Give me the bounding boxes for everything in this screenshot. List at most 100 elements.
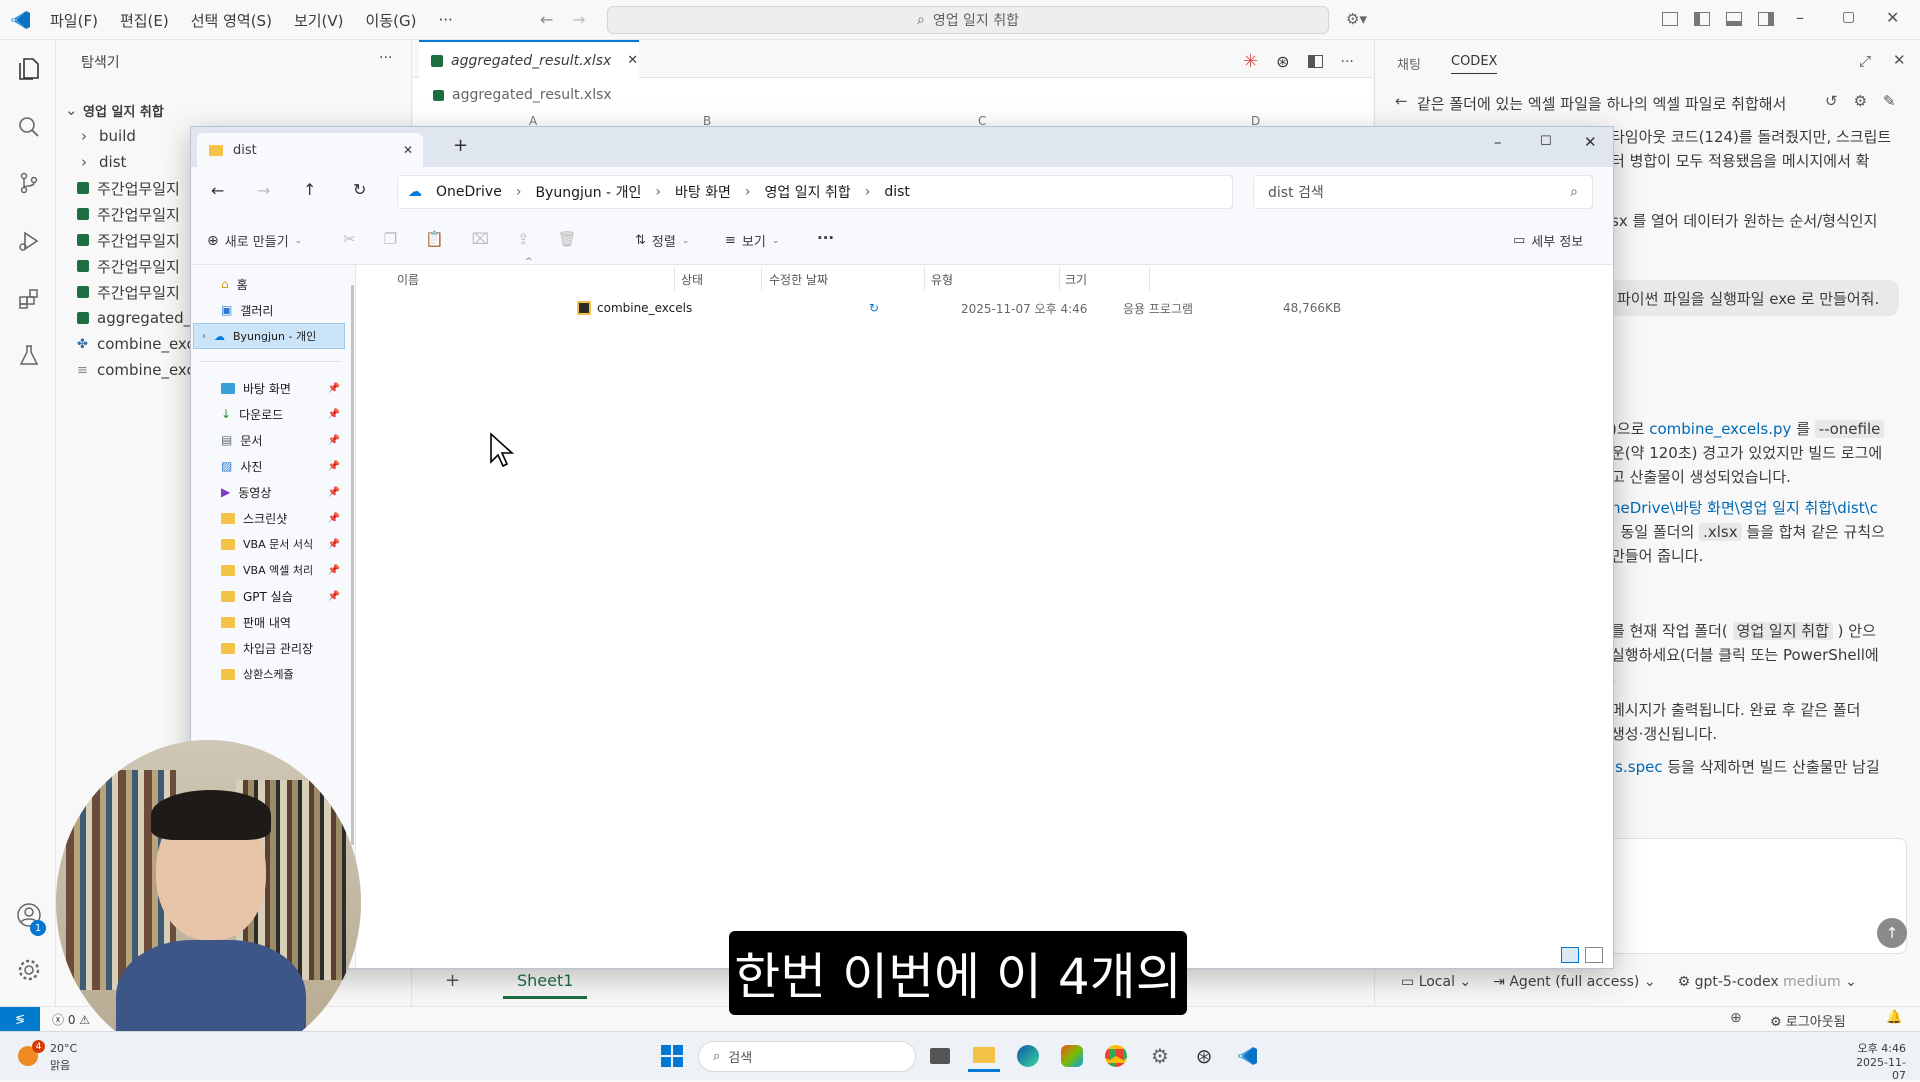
- nav-quick-item[interactable]: ▨ 사진 📌: [221, 453, 346, 479]
- local-mode-select[interactable]: ▭ Local ⌄: [1401, 974, 1471, 990]
- clock[interactable]: 오후 4:46 2025-11-07: [1846, 1040, 1906, 1082]
- fe-close-button[interactable]: ✕: [1584, 133, 1597, 151]
- command-center-search[interactable]: ⌕ 영업 일지 취합: [607, 6, 1329, 34]
- fe-maximize-button[interactable]: ☐: [1540, 134, 1552, 149]
- settings-gear-icon[interactable]: ⚙: [1144, 1040, 1176, 1072]
- up-arrow-icon[interactable]: ↑: [303, 180, 316, 199]
- column-header-type[interactable]: 유형: [931, 265, 953, 293]
- file-row[interactable]: combine_excels ↻ 2025-11-07 오후 4:46 응용 프…: [385, 295, 1341, 321]
- file-explorer-taskbar-icon[interactable]: [968, 1040, 1000, 1072]
- add-sheet-button[interactable]: +: [445, 970, 460, 991]
- editor-more-icon[interactable]: ···: [1341, 54, 1354, 70]
- nav-quick-item[interactable]: ▶ 동영상 📌: [221, 479, 346, 505]
- openai-icon[interactable]: ⊛: [1276, 52, 1289, 71]
- nav-gallery[interactable]: ▣ 갤러리: [221, 297, 346, 323]
- nav-quick-item[interactable]: ▤ 문서 📌: [221, 427, 346, 453]
- forward-arrow-icon[interactable]: →: [257, 181, 270, 200]
- details-view-icon[interactable]: [1561, 947, 1579, 963]
- new-tab-button[interactable]: +: [453, 135, 468, 156]
- copilot-icon[interactable]: ⚙▾: [1346, 10, 1367, 28]
- back-arrow-icon[interactable]: ←: [1395, 92, 1408, 110]
- edge-browser-icon[interactable]: [1012, 1040, 1044, 1072]
- close-tab-icon[interactable]: ✕: [403, 143, 413, 157]
- path-link[interactable]: neDrive\바탕 화면\영업 일지 취합\dist\c: [1611, 497, 1878, 518]
- menu-view[interactable]: 보기(V): [294, 10, 344, 31]
- paste-icon[interactable]: 📋: [425, 230, 444, 248]
- history-icon[interactable]: ↺: [1825, 92, 1838, 110]
- chrome-browser-icon[interactable]: [1100, 1040, 1132, 1072]
- fe-minimize-button[interactable]: –: [1494, 133, 1502, 151]
- model-select[interactable]: ⚙ gpt-5-codex medium ⌄: [1678, 974, 1857, 990]
- forward-arrow-icon[interactable]: →: [572, 10, 585, 29]
- breadcrumb-segment[interactable]: 바탕 화면: [675, 182, 731, 202]
- nav-quick-item[interactable]: 상환스케쥴: [221, 661, 346, 687]
- back-arrow-icon[interactable]: ←: [540, 10, 553, 29]
- breadcrumb-segment[interactable]: Byungjun - 개인: [535, 182, 641, 202]
- notifications-bell-icon[interactable]: 🔔: [1886, 1010, 1902, 1025]
- fe-search-box[interactable]: dist 검색 ⌕: [1253, 175, 1593, 209]
- nav-quick-item[interactable]: 차입금 관리장: [221, 635, 346, 661]
- breadcrumb-segment[interactable]: dist: [884, 184, 910, 200]
- copy-icon[interactable]: ❐: [384, 230, 397, 248]
- vscode-taskbar-icon[interactable]: [1232, 1040, 1264, 1072]
- fe-breadcrumb[interactable]: ☁ OneDrive › Byungjun - 개인 › 바탕 화면 › 영업 일지 …: [397, 175, 1233, 209]
- nav-quick-item[interactable]: ↓ 다운로드 📌: [221, 401, 346, 427]
- nav-quick-item[interactable]: 판매 내역: [221, 609, 346, 635]
- settings-gear-icon[interactable]: ⚙: [1854, 92, 1867, 110]
- tree-root-folder[interactable]: ⌄ 영업 일지 취합: [57, 97, 412, 123]
- breadcrumb-segment[interactable]: OneDrive: [436, 184, 502, 200]
- back-arrow-icon[interactable]: ←: [211, 181, 224, 200]
- more-options-button[interactable]: ···: [817, 229, 834, 247]
- file-link[interactable]: combine_excels.py: [1649, 420, 1791, 438]
- details-pane-button[interactable]: ▭ 세부 정보: [1513, 231, 1583, 250]
- sheet-tab[interactable]: Sheet1: [503, 971, 588, 999]
- menu-more[interactable]: ···: [438, 11, 452, 29]
- run-debug-icon[interactable]: [14, 226, 44, 256]
- close-panel-icon[interactable]: ✕: [1893, 51, 1906, 69]
- nav-home[interactable]: ⌂ 홈: [221, 271, 346, 297]
- chatgpt-app-icon[interactable]: ⊛: [1188, 1040, 1220, 1072]
- source-control-icon[interactable]: [14, 168, 44, 198]
- copilot-taskbar-icon[interactable]: [1056, 1040, 1088, 1072]
- manage-gear-icon[interactable]: [14, 955, 44, 985]
- prompt-input[interactable]: [1611, 838, 1907, 954]
- menu-edit[interactable]: 편집(E): [120, 10, 169, 31]
- extensions-icon[interactable]: [14, 284, 44, 314]
- send-button[interactable]: ↑: [1877, 918, 1907, 948]
- rename-icon[interactable]: ⌧: [472, 230, 489, 248]
- share-icon[interactable]: ⇪: [517, 230, 530, 248]
- menu-go[interactable]: 이동(G): [366, 10, 417, 31]
- split-editor-icon[interactable]: [1307, 55, 1323, 68]
- explorer-files-icon[interactable]: [14, 54, 44, 84]
- agent-mode-select[interactable]: ⇥ Agent (full access) ⌄: [1493, 974, 1655, 990]
- task-view-icon[interactable]: [924, 1040, 956, 1072]
- breadcrumb[interactable]: aggregated_result.xlsx: [433, 87, 612, 103]
- zoom-icon[interactable]: ⊕: [1730, 1010, 1742, 1026]
- toggle-panel-icon[interactable]: [1726, 12, 1742, 26]
- cut-icon[interactable]: ✂: [343, 230, 356, 248]
- view-button[interactable]: ≡ 보기 ⌄: [725, 231, 779, 250]
- layout-toggle-icon[interactable]: [1662, 12, 1678, 26]
- column-header-name[interactable]: 이름: [397, 265, 419, 293]
- sort-button[interactable]: ⇅ 정렬 ⌄: [635, 231, 689, 250]
- tiles-view-icon[interactable]: [1585, 947, 1603, 963]
- search-icon[interactable]: [14, 112, 44, 142]
- file-link[interactable]: ls.spec: [1611, 758, 1663, 776]
- minimize-window-button[interactable]: –: [1796, 8, 1804, 27]
- breadcrumb-segment[interactable]: 영업 일지 취합: [765, 182, 851, 202]
- account-status[interactable]: ⚙ 로그아웃됨: [1770, 1011, 1846, 1030]
- refresh-icon[interactable]: ↻: [353, 180, 366, 199]
- tab-aggregated-result[interactable]: aggregated_result.xlsx ✕: [419, 40, 639, 79]
- nav-quick-item[interactable]: VBA 문서 서식 📌: [221, 531, 346, 557]
- menu-file[interactable]: 파일(F): [50, 10, 98, 31]
- explorer-more-button[interactable]: ···: [379, 50, 392, 66]
- column-header-modified[interactable]: 수정한 날짜: [769, 265, 828, 293]
- close-window-button[interactable]: ✕: [1886, 8, 1899, 27]
- nav-quick-item[interactable]: 스크린샷 📌: [221, 505, 346, 531]
- close-tab-icon[interactable]: ✕: [627, 53, 638, 68]
- taskbar-search[interactable]: ⌕ 검색: [698, 1041, 916, 1072]
- nav-quick-item[interactable]: VBA 엑셀 처리 📌: [221, 557, 346, 583]
- tab-codex[interactable]: CODEX: [1451, 54, 1498, 74]
- toggle-sidebar-icon[interactable]: [1694, 12, 1710, 26]
- nav-quick-item[interactable]: GPT 실습 📌: [221, 583, 346, 609]
